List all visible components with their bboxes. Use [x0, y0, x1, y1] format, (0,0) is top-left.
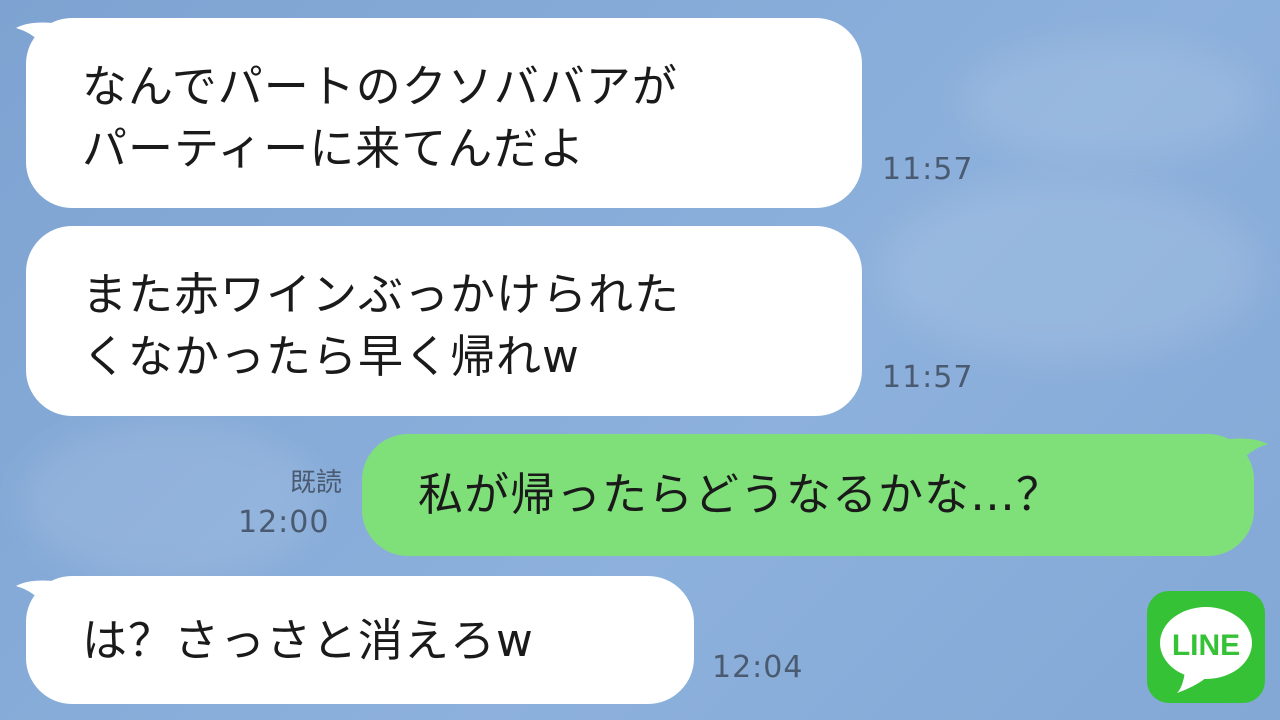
message-timestamp: 11:57	[882, 152, 974, 187]
message-text-line: パーティーに来てんだよ	[82, 122, 586, 175]
read-receipt: 既読	[289, 468, 342, 498]
message-text-line: また赤ワインぶっかけられた	[82, 268, 681, 321]
message-text-line: くなかったら早く帰れw	[82, 330, 580, 383]
message-bubble-incoming[interactable]: また赤ワインぶっかけられた くなかったら早く帰れw	[26, 226, 862, 416]
message-timestamp: 12:00	[238, 505, 330, 540]
bubble-tail	[1208, 438, 1268, 482]
background-cloud	[880, 180, 1260, 360]
line-logo-text: LINE	[1172, 629, 1240, 662]
message-text-line: 私が帰ったらどうなるかな…？	[418, 468, 1063, 521]
message-bubble-incoming[interactable]: なんでパートのクソババアが パーティーに来てんだよ	[26, 18, 862, 208]
bubble-tail	[16, 22, 74, 67]
bubble-tail	[16, 580, 74, 624]
line-logo-icon: LINE	[1160, 607, 1252, 693]
background-cloud	[960, 40, 1260, 160]
message-bubble-outgoing[interactable]: 私が帰ったらどうなるかな…？	[362, 434, 1254, 556]
message-bubble-incoming[interactable]: は？さっさと消えろw	[26, 576, 694, 704]
message-text-line: は？さっさと消えろw	[82, 614, 534, 667]
message-timestamp: 11:57	[882, 360, 974, 395]
line-logo: LINE	[1147, 591, 1265, 703]
message-timestamp: 12:04	[712, 650, 804, 685]
message-text-line: なんでパートのクソババアが	[82, 60, 678, 113]
background-cloud	[20, 420, 320, 580]
